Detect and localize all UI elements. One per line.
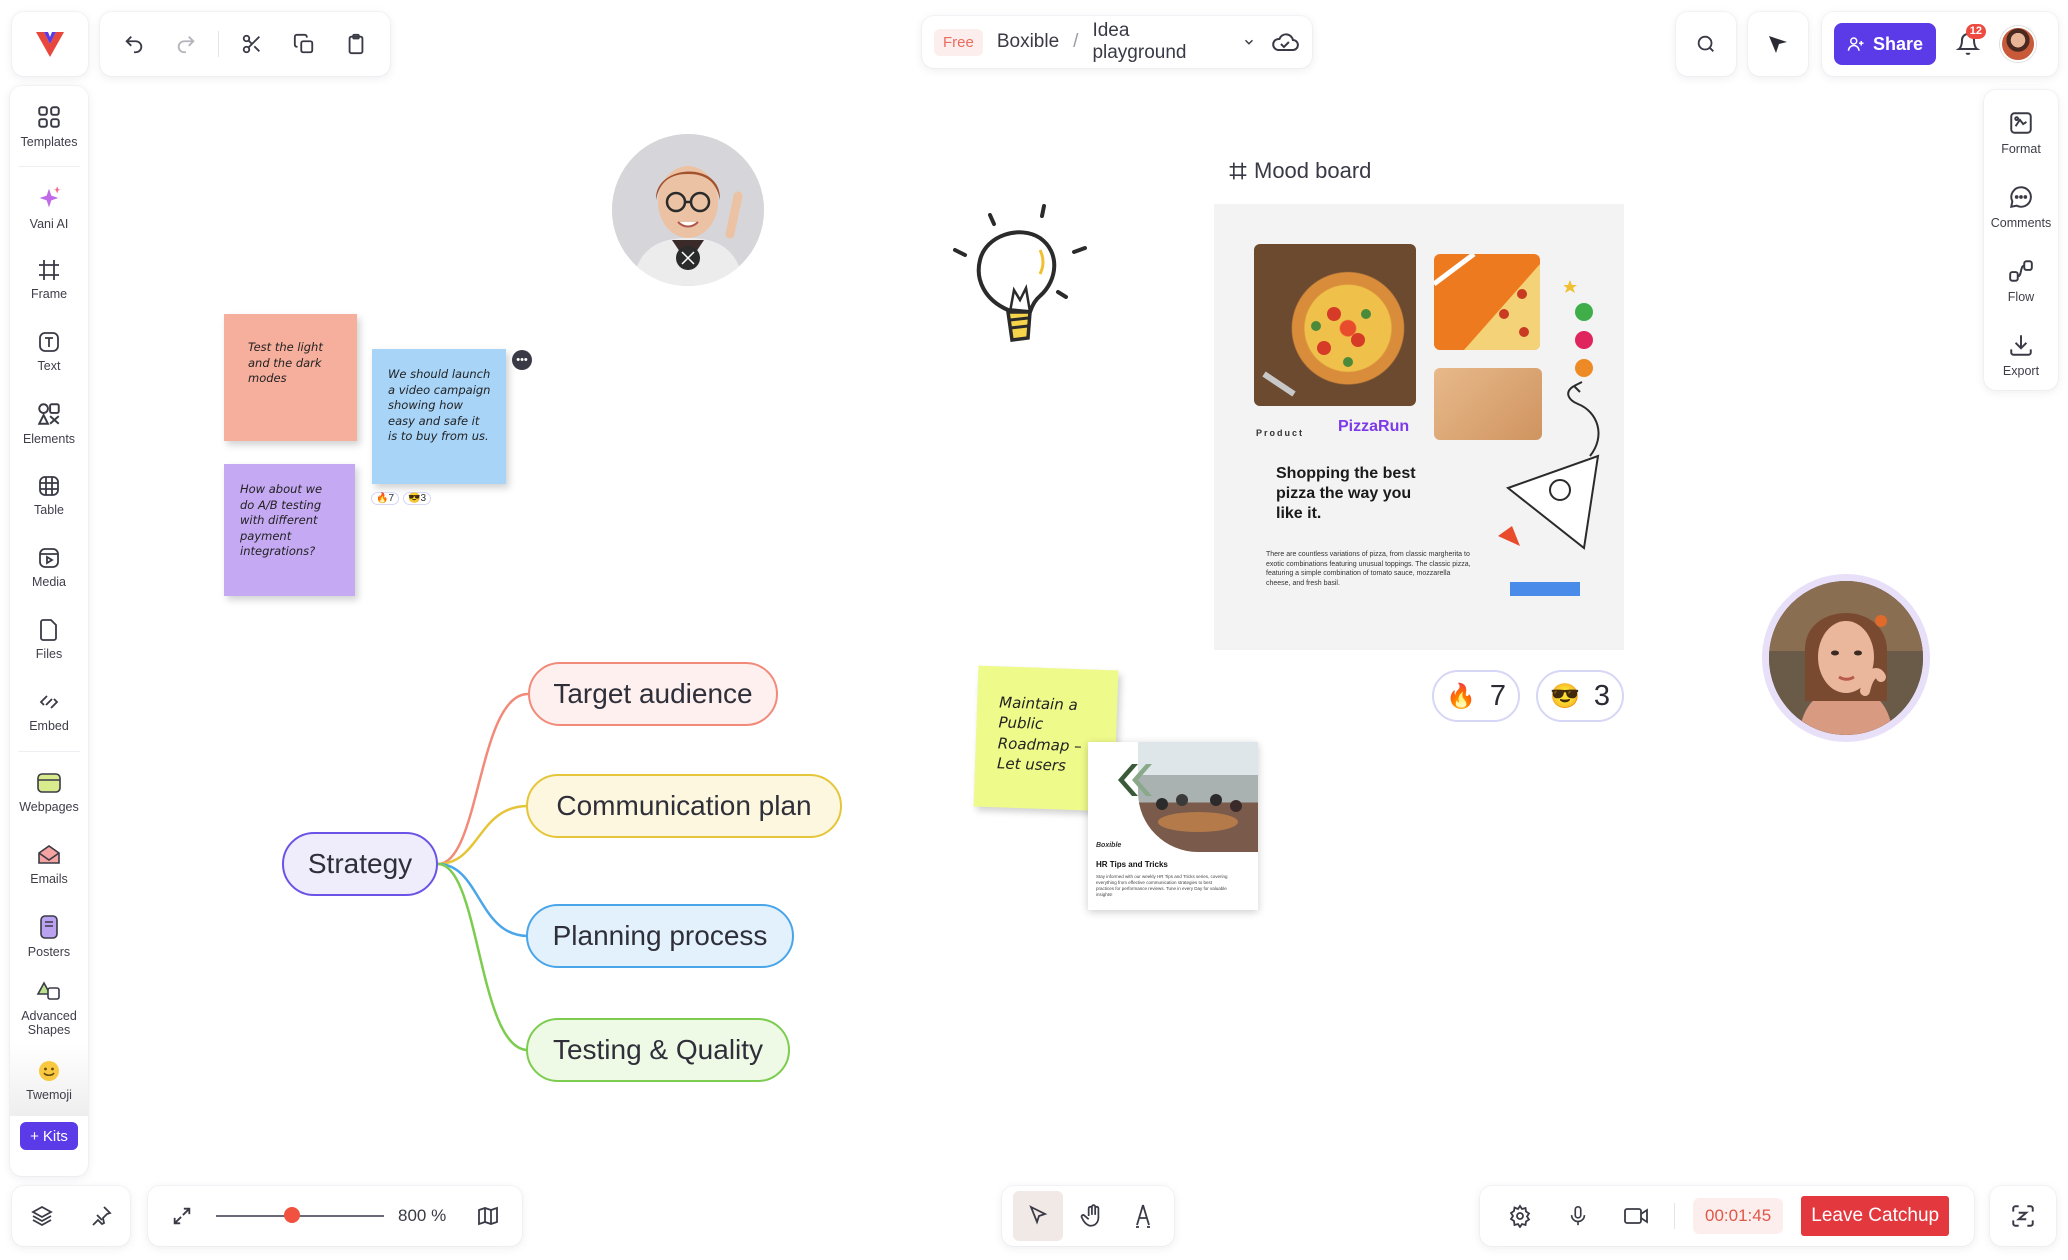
call-toolbar: 00:01:45 Leave Catchup [1480, 1186, 1974, 1246]
mind-map-root-label: Strategy [307, 848, 413, 879]
call-settings-button[interactable] [1500, 1196, 1540, 1236]
layers-button[interactable] [22, 1196, 62, 1236]
mind-map-node-label: Testing & Quality [552, 1034, 764, 1065]
camera-button[interactable] [1616, 1196, 1656, 1236]
map-icon [478, 1206, 498, 1226]
cursor-arrow-icon [1029, 1205, 1048, 1225]
microphone-button[interactable] [1558, 1196, 1598, 1236]
gear-icon [1509, 1204, 1531, 1228]
mind-map-node-label: Planning process [552, 920, 768, 951]
zoom-slider-handle[interactable] [283, 1207, 300, 1223]
mind-map-node-communication-plan[interactable]: Communication plan [526, 774, 842, 838]
mind-map-node-planning-process[interactable]: Planning process [526, 904, 794, 968]
expand-icon [173, 1207, 191, 1225]
mode-toolbar [1002, 1186, 1174, 1246]
pin-button[interactable] [81, 1196, 121, 1236]
hand-tool-button[interactable] [1073, 1196, 1113, 1236]
mind-map-node-label: Target audience [553, 678, 753, 709]
zoom-toolbar: 800 % [148, 1186, 522, 1246]
fit-screen-button[interactable] [162, 1196, 202, 1236]
zoom-fit-icon [2012, 1205, 2034, 1227]
microphone-icon [1570, 1206, 1586, 1226]
mind-map-connectors [437, 692, 529, 1052]
zoom-value: 800 % [398, 1206, 447, 1225]
toolbar-divider [1674, 1203, 1675, 1229]
select-tool-button[interactable] [1013, 1191, 1063, 1241]
layers-toolbar [12, 1186, 130, 1246]
layers-icon [30, 1205, 53, 1227]
hand-icon [1080, 1204, 1100, 1227]
mind-map-node-label: Communication plan [556, 790, 812, 821]
zoom-slider[interactable] [216, 1207, 384, 1223]
screen-capture-button[interactable] [1990, 1186, 2056, 1246]
mind-map-root[interactable]: Strategy [282, 832, 438, 896]
pen-tool-button[interactable] [1123, 1196, 1163, 1236]
mind-map-node-target-audience[interactable]: Target audience [528, 662, 778, 726]
video-camera-icon [1624, 1208, 1648, 1224]
leave-catchup-button[interactable]: Leave Catchup [1801, 1196, 1950, 1236]
minimap-button[interactable] [468, 1196, 508, 1236]
pin-icon [91, 1206, 112, 1226]
pen-icon [1136, 1204, 1150, 1228]
mind-map-node-testing-quality[interactable]: Testing & Quality [526, 1018, 790, 1082]
call-timer: 00:01:45 [1693, 1198, 1784, 1234]
